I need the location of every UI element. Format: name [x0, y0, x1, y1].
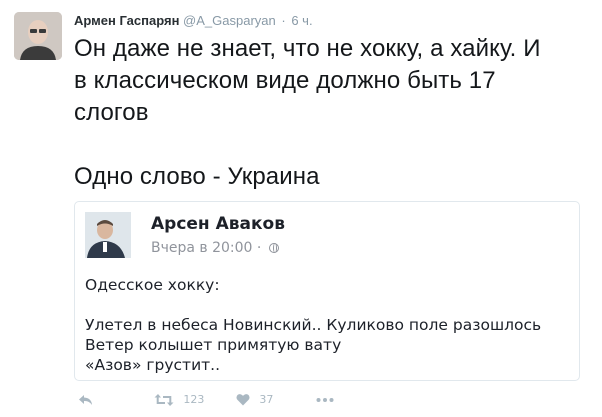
heart-icon — [236, 394, 250, 406]
like-count: 37 — [259, 393, 274, 407]
tweet-text-gap — [74, 129, 594, 161]
more-icon[interactable] — [316, 392, 334, 406]
globe-icon — [268, 243, 279, 253]
card-text-line: Ветер колышет примятую вату — [85, 336, 342, 354]
tweet-timestamp[interactable]: 6 ч. — [291, 13, 312, 28]
tweet-text-line: Он даже не знает, что не хокку, а хайку.… — [74, 35, 541, 62]
tweet-text-line: Одно слово - Украина — [74, 163, 320, 190]
card-body: Одесское хокку: Улетел в небеса Новински… — [85, 275, 575, 375]
card-text-line: «Азов» грустит.. — [85, 356, 221, 374]
tweet-header: Армен Гаспарян @A_Gasparyan · 6 ч. — [74, 12, 313, 30]
tweet-text-line: слогов — [74, 99, 149, 126]
card-text-line: Одесское хокку: — [85, 276, 220, 294]
card-timestamp: Вчера в 20:00 · — [151, 240, 262, 256]
tweet-text: Он даже не знает, что не хокку, а хайку.… — [74, 33, 594, 193]
card-text-gap — [85, 295, 575, 315]
retweet-button[interactable]: 123 — [154, 392, 204, 407]
card-author-name: Арсен Аваков — [151, 214, 285, 234]
tweet: Армен Гаспарян @A_Gasparyan · 6 ч. Он да… — [0, 0, 602, 417]
reply-icon[interactable] — [78, 392, 94, 407]
author-avatar[interactable] — [14, 12, 62, 60]
card-text-line: Улетел в небеса Новинский.. Куликово пол… — [85, 316, 542, 334]
tweet-text-line: в классическом виде должно быть 17 — [74, 67, 496, 94]
author-name[interactable]: Армен Гаспарян — [74, 13, 179, 28]
retweet-icon — [154, 393, 174, 406]
retweet-count: 123 — [183, 393, 205, 407]
card-meta: Вчера в 20:00 · — [151, 240, 279, 256]
card-author-avatar — [85, 212, 131, 258]
author-handle[interactable]: @A_Gasparyan — [183, 13, 276, 28]
embedded-post-screenshot[interactable]: Арсен Аваков Вчера в 20:00 · Одесское хо… — [74, 201, 580, 381]
header-separator: · — [281, 13, 286, 28]
like-button[interactable]: 37 — [236, 392, 273, 406]
